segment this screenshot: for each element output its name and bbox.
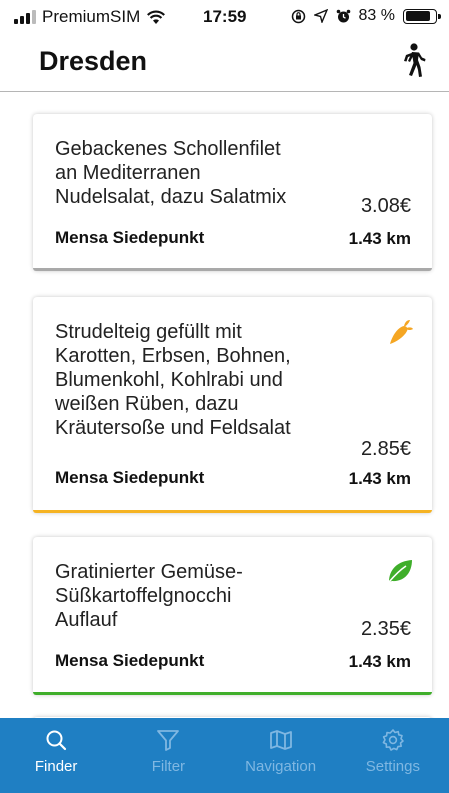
meal-title: Gratinierter Gemüse- Süßkartoffelgnocchi… <box>55 561 243 631</box>
tab-settings[interactable]: Settings <box>337 718 449 793</box>
tab-navigation[interactable]: Navigation <box>225 718 337 793</box>
tab-label: Finder <box>34 758 78 775</box>
category-bar <box>33 268 432 271</box>
mensa-distance: 1.43 km <box>348 229 411 248</box>
tab-label: Filter <box>151 758 186 775</box>
meal-title: Gebackenes Schollenfilet an Mediterranen… <box>55 138 287 208</box>
category-bar <box>33 510 432 513</box>
page-title: Dresden <box>39 46 148 76</box>
category-bar <box>33 692 432 695</box>
tab-label: Navigation <box>245 758 317 775</box>
meal-card[interactable]: Gebackenes Schollenfilet an Mediterranen… <box>33 114 432 271</box>
mensa-name: Mensa Siedepunkt <box>55 651 205 670</box>
battery-percent: 83 % <box>358 7 395 24</box>
tab-label: Settings <box>365 758 420 775</box>
alarm-icon <box>336 9 350 22</box>
walking-person-icon[interactable] <box>397 42 427 78</box>
map-icon <box>269 730 292 750</box>
status-indicators: 83 % <box>291 7 441 25</box>
meal-price: 3.08€ <box>360 195 411 217</box>
meal-list[interactable]: Gebackenes Schollenfilet an Mediterranen… <box>0 93 449 718</box>
meal-price: 2.35€ <box>360 618 411 640</box>
mensa-name: Mensa Siedepunkt <box>55 228 205 247</box>
meal-price: 2.85€ <box>360 438 411 460</box>
leaf-icon <box>388 560 412 583</box>
app-header: Dresden <box>0 34 449 92</box>
wifi-icon <box>147 10 166 24</box>
tab-finder[interactable]: Finder <box>0 718 112 793</box>
status-bar: PremiumSIM 17:59 83 % <box>0 0 449 34</box>
signal-icon <box>14 10 36 24</box>
tab-filter[interactable]: Filter <box>112 718 224 793</box>
mensa-distance: 1.43 km <box>348 469 411 488</box>
meal-title: Strudelteig gefüllt mit Karotten, Erbsen… <box>55 321 291 439</box>
mensa-distance: 1.43 km <box>348 652 411 671</box>
mensa-name: Mensa Siedepunkt <box>55 468 205 487</box>
carrier-name: PremiumSIM <box>42 7 141 26</box>
carrier-info: PremiumSIM <box>14 7 166 27</box>
meal-card[interactable]: Gratinierter Gemüse- Süßkartoffelgnocchi… <box>33 537 432 695</box>
tab-bar: Finder Filter Navigation Settings <box>0 718 449 793</box>
status-time: 17:59 <box>203 7 247 26</box>
location-icon <box>313 9 328 23</box>
meal-card[interactable]: Strudelteig gefüllt mit Karotten, Erbsen… <box>33 297 432 513</box>
search-icon <box>46 730 67 751</box>
rotation-lock-icon <box>291 9 305 23</box>
carrot-icon <box>390 320 413 344</box>
filter-icon <box>157 730 180 751</box>
gear-icon <box>382 729 404 751</box>
battery-icon <box>403 8 441 24</box>
